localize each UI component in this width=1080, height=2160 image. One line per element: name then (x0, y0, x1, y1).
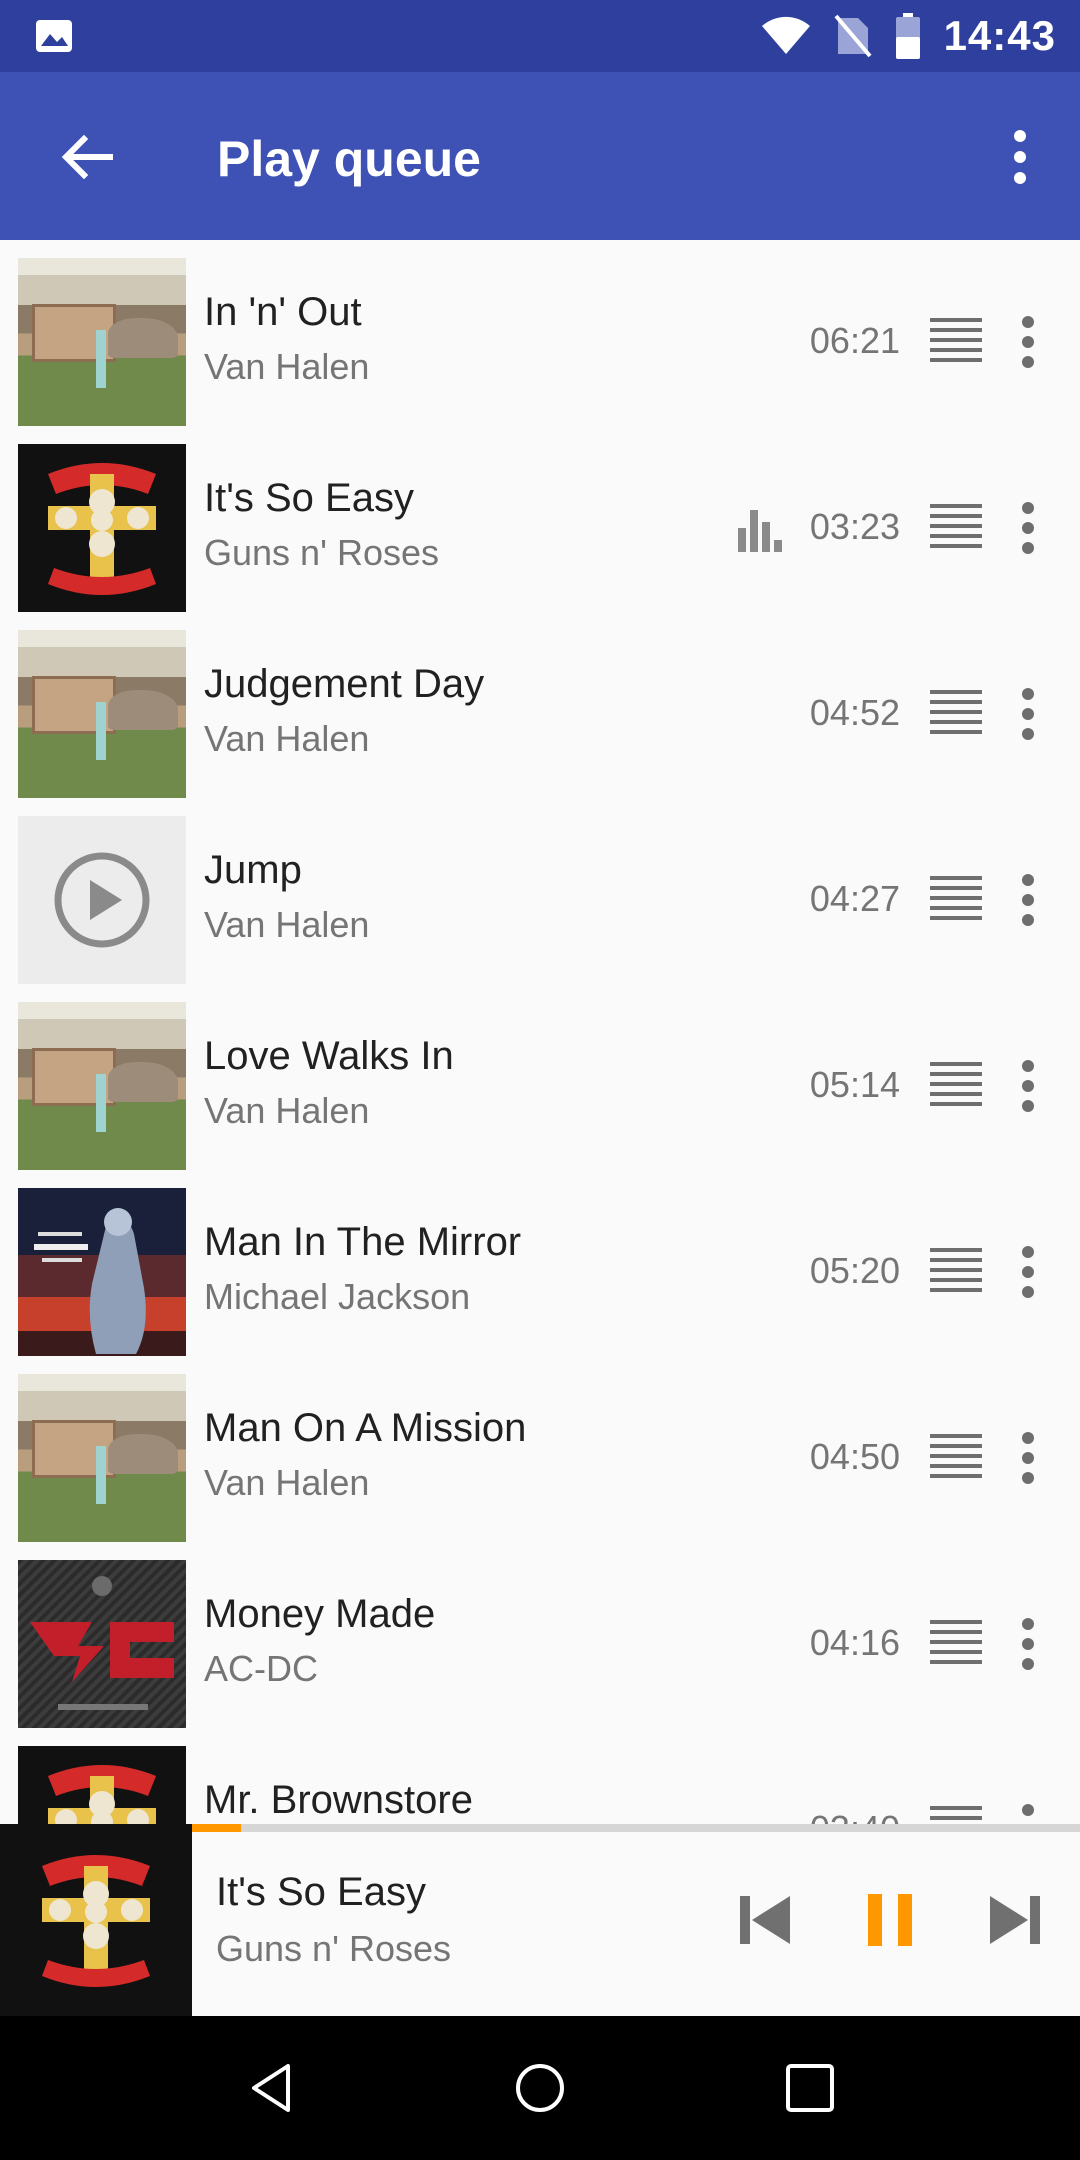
status-bar: 14:43 (0, 0, 1080, 72)
nav-back-icon[interactable] (244, 2060, 300, 2116)
song-duration: 05:20 (809, 1250, 900, 1291)
song-artist: Van Halen (204, 904, 370, 945)
queue-row[interactable]: In 'n' Out Van Halen 06:21 (0, 240, 1080, 426)
skip-previous-icon[interactable] (734, 1890, 794, 1950)
song-duration: 04:50 (809, 1436, 900, 1477)
now-playing-equalizer-icon (738, 510, 782, 552)
skip-next-icon[interactable] (986, 1890, 1046, 1950)
pause-icon[interactable] (860, 1890, 920, 1950)
song-duration: 03:40 (780, 1808, 900, 1824)
queue-row[interactable]: Jump Van Halen 04:27 (0, 798, 1080, 984)
drag-handle-icon[interactable] (930, 318, 982, 364)
wifi-icon (761, 16, 810, 54)
progress-bar[interactable] (192, 1824, 1080, 1832)
more-vert-icon[interactable] (1010, 1242, 1046, 1302)
queue-row[interactable]: Man On A Mission Van Halen 04:50 (0, 1356, 1080, 1542)
album-art (18, 1374, 186, 1542)
album-art (18, 444, 186, 612)
album-art (18, 1746, 186, 1824)
song-artist: Van Halen (204, 1090, 370, 1131)
drag-handle-icon[interactable] (930, 1062, 982, 1108)
now-playing-title: It's So Easy (216, 1870, 426, 1914)
nav-home-icon[interactable] (512, 2060, 568, 2116)
song-artist: Van Halen (204, 718, 370, 759)
more-vert-icon[interactable] (1010, 870, 1046, 930)
album-art (12, 1836, 180, 2004)
drag-handle-icon[interactable] (930, 876, 982, 922)
song-artist: Van Halen (204, 1462, 370, 1503)
progress-fill (192, 1824, 241, 1832)
song-title: Judgement Day (204, 662, 485, 706)
queue-row[interactable]: Love Walks In Van Halen 05:14 (0, 984, 1080, 1170)
song-duration: 04:52 (809, 692, 900, 733)
song-title: Man In The Mirror (204, 1220, 522, 1264)
more-vert-icon[interactable] (1010, 498, 1046, 558)
song-artist: Michael Jackson (204, 1276, 471, 1317)
more-vert-icon[interactable] (1010, 1614, 1046, 1674)
drag-handle-icon[interactable] (930, 1434, 982, 1480)
drag-handle-icon[interactable] (930, 690, 982, 736)
song-duration: 03:23 (809, 506, 900, 547)
song-duration: 04:16 (809, 1622, 900, 1663)
more-vert-icon[interactable] (1000, 122, 1040, 192)
queue-row[interactable]: Judgement Day Van Halen 04:52 (0, 612, 1080, 798)
album-art (18, 1188, 186, 1356)
now-playing-artist: Guns n' Roses (216, 1928, 451, 1969)
play-queue-list[interactable]: In 'n' Out Van Halen 06:21 It's So Easy Guns… (0, 240, 1080, 1824)
song-title: Mr. Brownstore (204, 1778, 473, 1822)
clock: 14:43 (943, 12, 1056, 59)
queue-row[interactable]: Mr. BrownstoreGuns n' Roses03:40 (0, 1728, 1080, 1824)
song-duration: 05:14 (809, 1064, 900, 1105)
song-duration: 06:21 (809, 320, 900, 361)
song-title: Money Made (204, 1592, 436, 1636)
song-artist: Guns n' Roses (204, 532, 439, 573)
more-vert-icon[interactable] (1010, 312, 1046, 372)
now-playing-bar[interactable]: It's So Easy Guns n' Roses (0, 1824, 1080, 2016)
drag-handle-icon[interactable] (930, 1248, 982, 1294)
nav-recents-icon[interactable] (782, 2060, 838, 2116)
song-title: Jump (204, 848, 302, 892)
drag-handle-icon[interactable] (930, 1620, 982, 1666)
song-title: Love Walks In (204, 1034, 454, 1078)
arrow-back-icon[interactable] (52, 122, 122, 192)
song-duration: 04:27 (809, 878, 900, 919)
more-vert-icon[interactable] (1010, 684, 1046, 744)
battery-icon (895, 13, 920, 59)
app-bar: Play queue (0, 72, 1080, 240)
song-artist: AC-DC (204, 1648, 318, 1689)
song-title: Man On A Mission (204, 1406, 527, 1450)
system-navigation-bar (0, 2016, 1080, 2160)
song-title: It's So Easy (204, 476, 414, 520)
album-art (18, 1560, 186, 1728)
play-circle-icon (18, 816, 186, 984)
queue-row[interactable]: Man In The Mirror Michael Jackson 05:20 (0, 1170, 1080, 1356)
queue-row[interactable]: Money Made AC-DC 04:16 (0, 1542, 1080, 1728)
album-art (18, 258, 186, 426)
song-artist: Van Halen (204, 346, 370, 387)
drag-handle-icon[interactable] (930, 504, 982, 550)
page-title: Play queue (217, 131, 481, 187)
album-art (18, 1002, 186, 1170)
now-playing-album-art[interactable] (0, 1824, 192, 2016)
queue-row[interactable]: It's So Easy Guns n' Roses 03:23 (0, 426, 1080, 612)
image-notification-icon (36, 20, 72, 52)
more-vert-icon[interactable] (1010, 1428, 1046, 1488)
no-sim-icon (834, 14, 872, 58)
song-title: In 'n' Out (204, 290, 362, 334)
more-vert-icon[interactable] (1010, 1800, 1046, 1824)
more-vert-icon[interactable] (1010, 1056, 1046, 1116)
drag-handle-icon[interactable] (930, 1806, 982, 1824)
album-art (18, 630, 186, 798)
